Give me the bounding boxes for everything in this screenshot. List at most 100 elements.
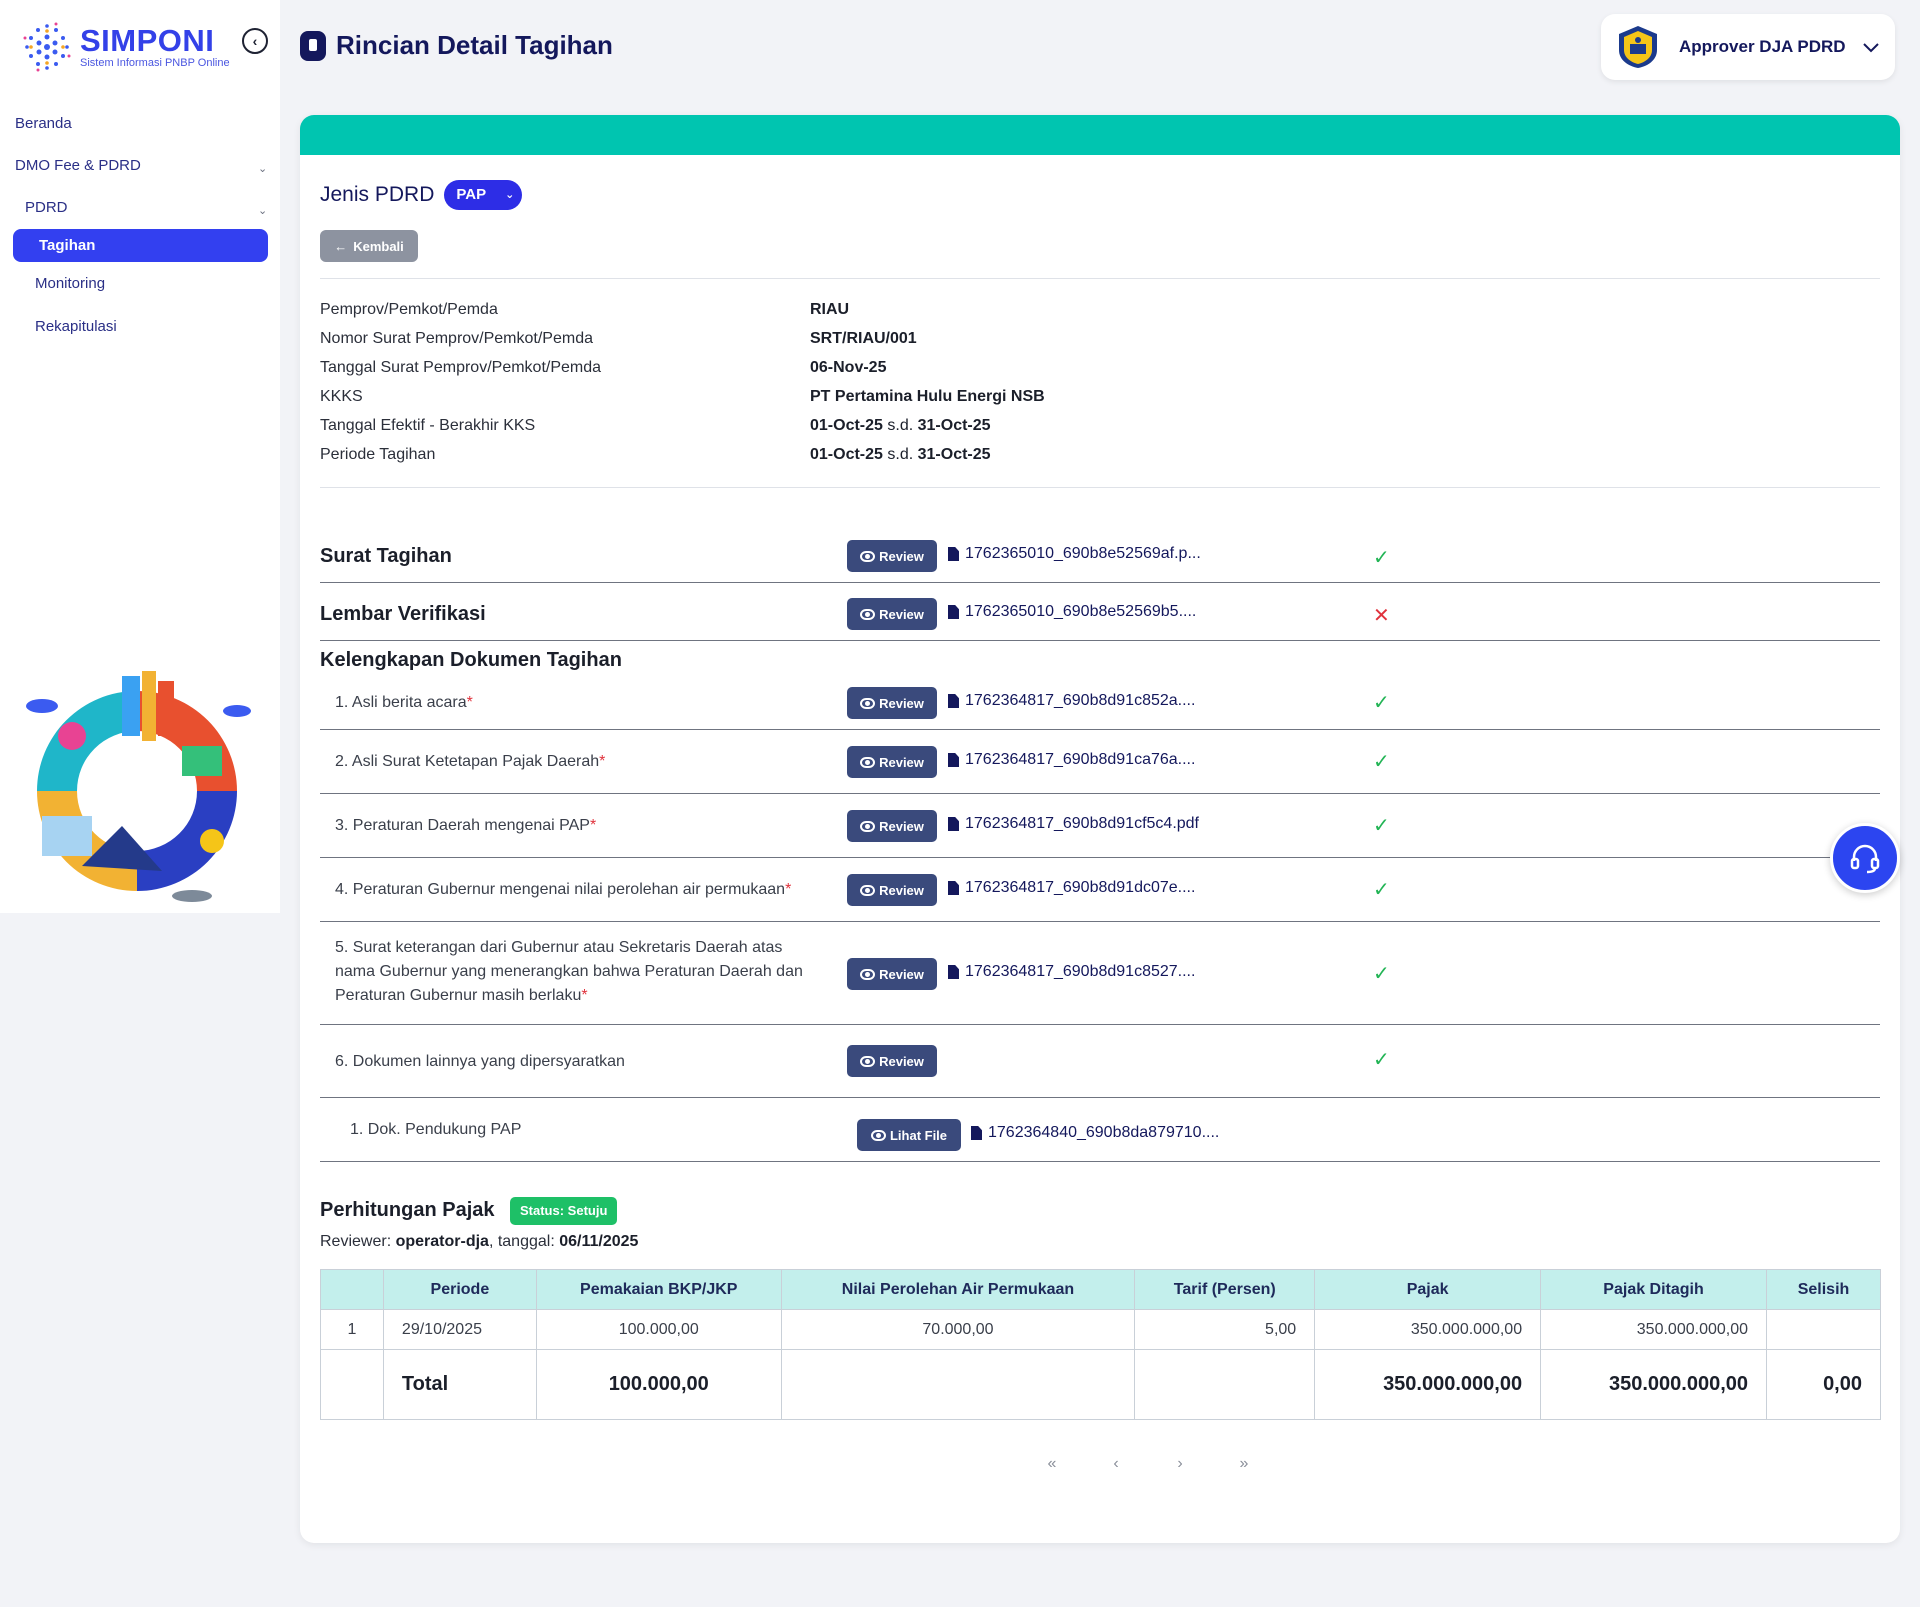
page-title: Rincian Detail Tagihan — [336, 30, 613, 60]
kelengkapan-title: Kelengkapan Dokumen Tagihan — [320, 649, 622, 671]
review-button[interactable]: Review — [847, 598, 937, 630]
sidebar-item-tagihan[interactable]: Tagihan — [13, 229, 268, 262]
file-link[interactable]: 1762364817_690b8d91dc07e.... — [948, 879, 1195, 897]
sidebar-item-label: Tagihan — [39, 237, 96, 254]
table-header-row: Periode Pemakaian BKP/JKP Nilai Peroleha… — [320, 1269, 1881, 1310]
review-button[interactable]: Review — [847, 746, 937, 778]
document-label: 4. Peraturan Gubernur mengenai nilai per… — [335, 878, 791, 902]
document-row: 1. Asli berita acara* Review 1762364817_… — [320, 679, 1880, 730]
review-button[interactable]: Review — [847, 874, 937, 906]
eye-icon — [860, 608, 876, 620]
surat-tagihan-row: Surat Tagihan Review 1762365010_690b8e52… — [320, 525, 1880, 583]
collapse-sidebar-button[interactable]: ‹ — [242, 28, 268, 54]
file-link[interactable]: 1762364840_690b8da879710.... — [971, 1124, 1219, 1142]
user-name: Approver DJA PDRD — [1679, 37, 1846, 56]
column-header: Pajak Ditagih — [1540, 1269, 1767, 1310]
file-link[interactable]: 1762364817_690b8d91c8527.... — [948, 963, 1195, 981]
review-button[interactable]: Review — [847, 810, 937, 842]
row-divider — [320, 1160, 1880, 1162]
arrow-left-icon: ← — [334, 238, 348, 254]
document-name-line: nama Gubernur yang menerangkan bahwa Per… — [335, 963, 803, 980]
required-mark: * — [785, 881, 792, 898]
user-menu[interactable]: Approver DJA PDRD — [1601, 14, 1895, 80]
file-name: 1762364817_690b8d91cf5c4.pdf — [965, 815, 1199, 832]
check-icon: ✓ — [1373, 692, 1390, 714]
last-page-button[interactable]: » — [1212, 1455, 1276, 1473]
first-page-button[interactable]: « — [1020, 1455, 1084, 1473]
review-button[interactable]: Review — [847, 958, 937, 990]
file-link[interactable]: 1762365010_690b8e52569af.p... — [948, 545, 1201, 563]
review-button[interactable]: Review — [847, 540, 937, 572]
table-total-row: Total 100.000,00 350.000.000,00 350.000.… — [320, 1349, 1881, 1420]
brand-title: SIMPONI — [80, 23, 215, 58]
review-label: Review — [879, 1053, 924, 1069]
document-name: 1. Asli berita acara — [335, 694, 467, 711]
eye-icon — [860, 884, 876, 896]
lembar-verifikasi-title: Lembar Verifikasi — [320, 603, 486, 625]
info-label: Periode Tagihan — [320, 446, 436, 463]
file-link[interactable]: 1762364817_690b8d91cf5c4.pdf — [948, 815, 1199, 833]
help-button[interactable] — [1830, 823, 1900, 893]
eye-icon — [860, 1055, 876, 1067]
document-name: 2. Asli Surat Ketetapan Pajak Daerah — [335, 753, 600, 770]
eye-icon — [860, 697, 876, 709]
sidebar-illustration — [26, 671, 251, 902]
document-row: 4. Peraturan Gubernur mengenai nilai per… — [320, 858, 1880, 922]
document-row: 3. Peraturan Daerah mengenai PAP* Review… — [320, 794, 1880, 858]
date-separator: s.d. — [887, 446, 914, 463]
file-link[interactable]: 1762365010_690b8e52569b5.... — [948, 603, 1196, 621]
table-cell: 29/10/2025 — [382, 1309, 537, 1350]
divider — [320, 487, 1880, 488]
document-name: 3. Peraturan Daerah mengenai PAP — [335, 817, 590, 834]
eye-icon — [860, 756, 876, 768]
total-selisih: 0,00 — [1766, 1349, 1881, 1420]
sidebar-item-beranda[interactable]: Beranda — [15, 115, 72, 132]
file-icon — [971, 1126, 982, 1140]
review-button[interactable]: Review — [847, 687, 937, 719]
file-name: 1762364817_690b8d91ca76a.... — [965, 751, 1196, 768]
pagination: « ‹ › » — [1020, 1455, 1276, 1473]
headset-icon — [1850, 844, 1880, 874]
document-name: 6. Dokumen lainnya yang dipersyaratkan — [335, 1053, 625, 1070]
chevron-down-icon: ⌄ — [258, 163, 268, 175]
kemenkeu-emblem-icon — [1619, 26, 1657, 68]
table-cell: 1 — [320, 1309, 384, 1350]
sidebar-item-rekapitulasi[interactable]: Rekapitulasi — [35, 318, 117, 335]
file-link[interactable]: 1762364817_690b8d91ca76a.... — [948, 751, 1195, 769]
date-from: 01-Oct-25 — [810, 417, 883, 434]
back-button[interactable]: ← Kembali — [320, 230, 418, 262]
column-header: Nilai Perolehan Air Permukaan — [780, 1269, 1136, 1310]
table-cell: 350.000.000,00 — [1314, 1309, 1542, 1350]
chevron-down-icon: ⌄ — [505, 189, 515, 201]
sidebar-item-pdrd[interactable]: PDRD — [25, 199, 68, 216]
jenis-pdrd-select[interactable]: PAP ⌄ — [444, 180, 523, 210]
file-link[interactable]: 1762364817_690b8d91c852a.... — [948, 692, 1195, 710]
info-value-range: 01-Oct-25 s.d. 31-Oct-25 — [810, 417, 991, 435]
reviewer-prefix: Reviewer: — [320, 1233, 392, 1250]
sidebar-item-monitoring[interactable]: Monitoring — [35, 275, 105, 292]
file-name: 1762364817_690b8d91c8527.... — [965, 963, 1196, 980]
info-label: Pemprov/Pemkot/Pemda — [320, 301, 498, 318]
prev-page-button[interactable]: ‹ — [1084, 1455, 1148, 1473]
reviewer-info: Reviewer: operator-dja, tanggal: 06/11/2… — [320, 1233, 638, 1251]
file-name: 1762365010_690b8e52569af.p... — [965, 545, 1201, 562]
view-file-button[interactable]: Lihat File — [857, 1119, 961, 1151]
next-page-button[interactable]: › — [1148, 1455, 1212, 1473]
file-icon — [948, 817, 959, 831]
info-label: Tanggal Surat Pemprov/Pemkot/Pemda — [320, 359, 602, 376]
review-button[interactable]: Review — [847, 1045, 937, 1077]
info-label: Nomor Surat Pemprov/Pemkot/Pemda — [320, 330, 593, 347]
table-cell — [1134, 1349, 1316, 1420]
clipboard-icon — [300, 30, 326, 61]
check-icon: ✓ — [1373, 547, 1390, 569]
view-file-label: Lihat File — [889, 1127, 948, 1143]
table-cell — [1766, 1309, 1881, 1350]
eye-icon — [870, 1129, 886, 1141]
sidebar-item-dmo-fee-pdrd[interactable]: DMO Fee & PDRD — [15, 157, 141, 174]
table-cell — [780, 1349, 1136, 1420]
simponi-logo[interactable]: SIMPONI Sistem Informasi PNBP Online — [18, 18, 230, 76]
chevron-left-icon: ‹ — [252, 33, 258, 49]
cross-icon: ✕ — [1373, 605, 1390, 627]
eye-icon — [860, 820, 876, 832]
review-label: Review — [879, 754, 924, 770]
